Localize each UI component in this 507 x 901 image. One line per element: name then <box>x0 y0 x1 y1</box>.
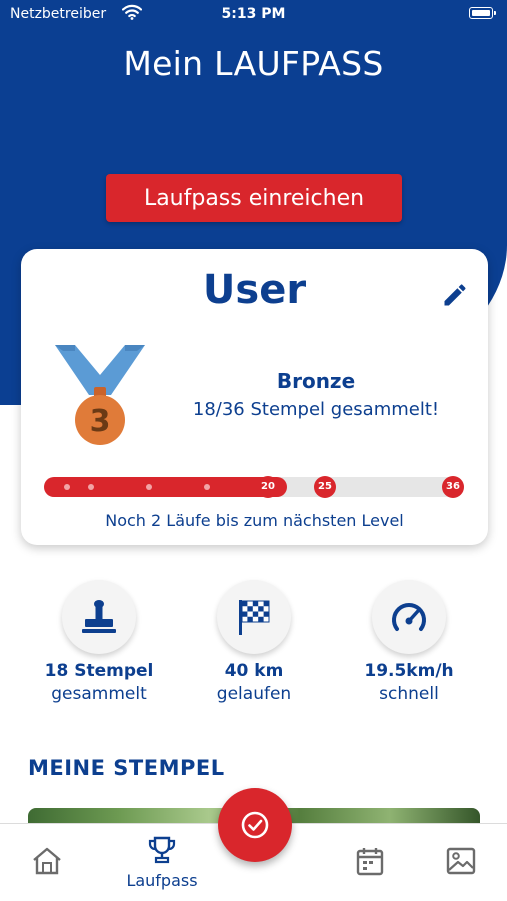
level-progress-bar: 20 25 36 <box>44 476 464 498</box>
trophy-icon <box>148 836 176 864</box>
checkered-flag-icon <box>239 600 270 635</box>
level-name: Bronze <box>276 369 356 393</box>
stat-speed-label: schnell <box>379 684 439 704</box>
stat-stamps-value: 18 Stempel <box>44 661 154 681</box>
status-bar: Netzbetreiber 5:13 PM <box>0 0 507 30</box>
image-icon <box>446 847 476 875</box>
tab-laufpass[interactable]: Laufpass <box>115 824 209 901</box>
stat-distance-label: gelaufen <box>216 684 292 704</box>
check-circle-icon <box>241 811 269 839</box>
milestone-25: 25 <box>314 476 336 498</box>
progress-dot <box>88 484 94 490</box>
tab-laufpass-label: Laufpass <box>126 871 198 890</box>
section-title-stamps: MEINE STEMPEL <box>28 756 225 780</box>
stamp-icon-circle <box>62 580 136 654</box>
bronze-medal-icon: 3 <box>55 345 145 445</box>
clock: 5:13 PM <box>221 6 286 22</box>
edit-icon[interactable] <box>441 281 469 309</box>
progress-dot <box>146 484 152 490</box>
battery-icon <box>469 7 496 19</box>
check-in-button[interactable] <box>218 788 292 862</box>
user-name: User <box>202 267 307 313</box>
tab-calendar[interactable] <box>330 824 405 901</box>
speedometer-icon <box>392 603 426 631</box>
page-title: Mein LAUFPASS <box>123 44 384 83</box>
stat-distance-value: 40 km <box>224 661 284 681</box>
profile-card: User 3 Bronze 18/36 Stempel gesammelt! 2… <box>21 249 488 545</box>
milestone-20: 20 <box>257 476 279 498</box>
stat-speed-value: 19.5km/h <box>364 661 454 681</box>
calendar-icon <box>356 848 384 876</box>
tab-home[interactable] <box>10 824 85 901</box>
stamps-collected-text: 18/36 Stempel gesammelt! <box>192 399 440 420</box>
tab-gallery[interactable] <box>423 824 498 901</box>
milestone-36: 36 <box>442 476 464 498</box>
stamp-icon <box>82 600 116 633</box>
medal-number: 3 <box>90 404 111 439</box>
stat-stamps-label: gesammelt <box>51 684 147 704</box>
progress-dot <box>204 484 210 490</box>
progress-dot <box>64 484 70 490</box>
next-level-hint: Noch 2 Läufe bis zum nächsten Level <box>105 511 404 530</box>
home-icon <box>33 847 61 875</box>
progress-fill <box>44 477 287 497</box>
submit-laufpass-button[interactable]: Laufpass einreichen <box>106 174 402 222</box>
speed-icon-circle <box>372 580 446 654</box>
flag-icon-circle <box>217 580 291 654</box>
